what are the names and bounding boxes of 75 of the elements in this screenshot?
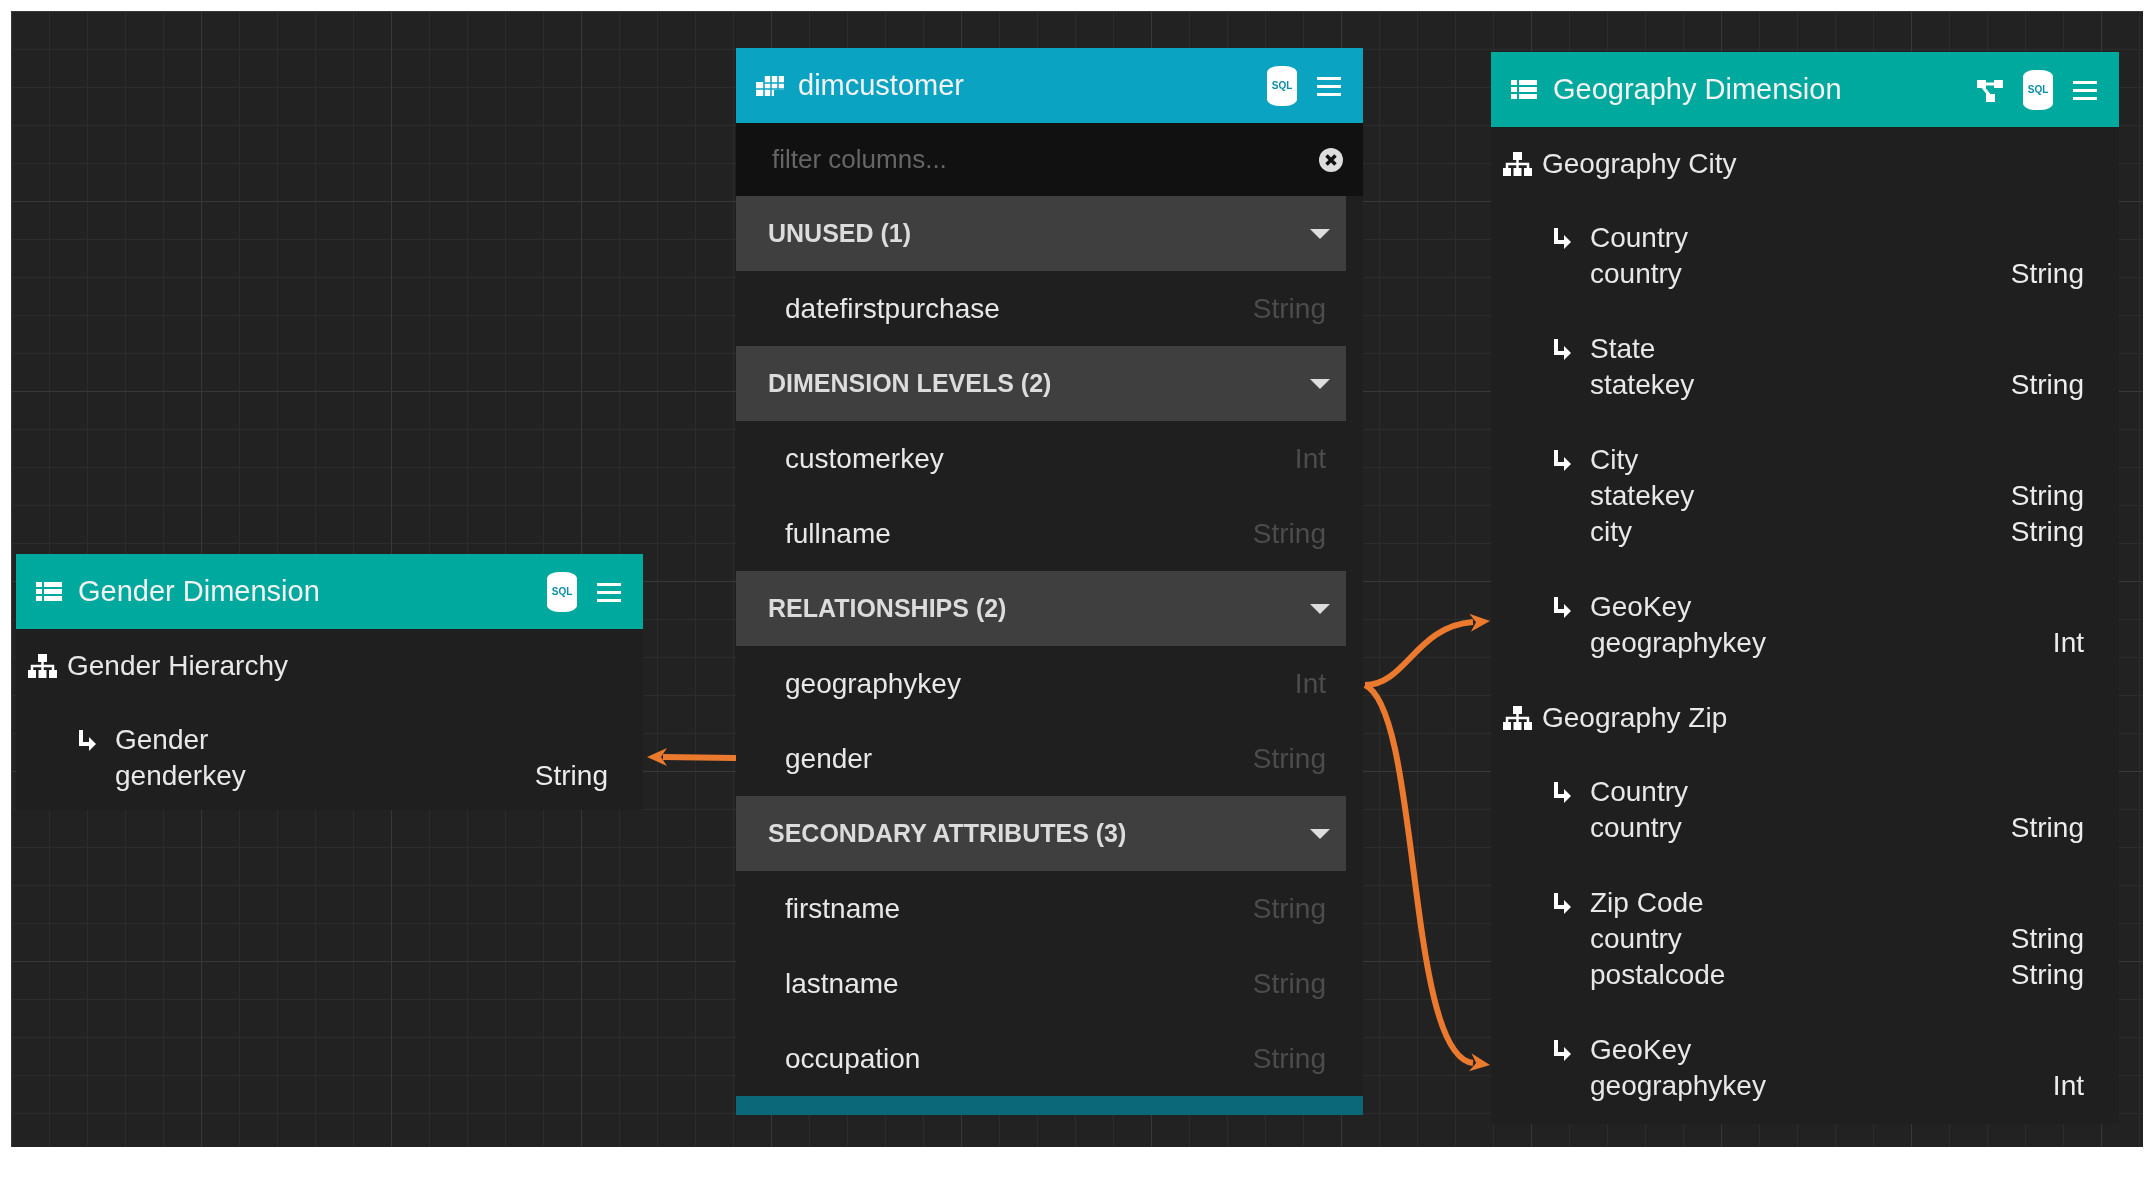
level-arrow-icon — [1553, 781, 1571, 803]
type-label: String — [2010, 516, 2084, 548]
level-arrow-icon — [1553, 449, 1571, 471]
attribute-name: postalcode — [1590, 959, 1726, 991]
hierarchy-icon — [28, 654, 57, 678]
column-name: occupation — [785, 1042, 921, 1075]
level-arrow-icon — [1553, 596, 1571, 618]
section-header[interactable]: UNUSED (1) — [736, 196, 1346, 271]
type-label: String — [2010, 480, 2084, 512]
section-title: SECONDARY ATTRIBUTES (3) — [768, 819, 1127, 848]
type-label: String — [534, 760, 608, 792]
column-name: customerkey — [785, 442, 944, 475]
type-label: String — [2010, 923, 2084, 955]
table-icon — [36, 579, 64, 604]
section-header[interactable]: SECONDARY ATTRIBUTES (3) — [736, 796, 1346, 871]
attribute-name: country — [1590, 258, 1682, 290]
graph-button[interactable] — [1977, 77, 2003, 102]
level-arrow-icon — [1553, 338, 1571, 360]
section-header[interactable]: RELATIONSHIPS (2) — [736, 571, 1346, 646]
attribute-name: statekey — [1590, 480, 1695, 512]
column-name: lastname — [785, 967, 899, 1000]
level-arrow-icon — [1553, 227, 1571, 249]
menu-button[interactable] — [1317, 74, 1341, 97]
hierarchy-icon — [1503, 706, 1532, 730]
sql-button[interactable]: SQL — [1267, 65, 1297, 106]
type-label: Int — [2052, 627, 2084, 659]
level-name[interactable]: Zip Code — [1590, 887, 1704, 919]
hierarchy-name[interactable]: Geography City — [1542, 148, 1737, 180]
panel-title: Gender Dimension — [78, 575, 321, 608]
level-name[interactable]: State — [1590, 333, 1656, 365]
menu-button[interactable] — [2073, 78, 2097, 101]
type-label: String — [2010, 369, 2084, 401]
sql-button[interactable]: SQL — [547, 571, 577, 612]
level-name[interactable]: Gender — [115, 724, 209, 756]
sql-button[interactable]: SQL — [2023, 69, 2053, 110]
attribute-name: geographykey — [1590, 1070, 1766, 1102]
column-name: firstname — [785, 892, 901, 925]
panel-title: dimcustomer — [798, 69, 965, 102]
level-arrow-icon — [78, 729, 96, 751]
attribute-name: city — [1590, 516, 1632, 548]
type-label: String — [2010, 258, 2084, 290]
level-name[interactable]: Country — [1590, 222, 1689, 254]
level-arrow-icon — [1553, 892, 1571, 914]
type-label: String — [2010, 959, 2084, 991]
section-title: UNUSED (1) — [768, 219, 912, 248]
panel-title: Geography Dimension — [1553, 73, 1843, 106]
attribute-name: country — [1590, 923, 1682, 955]
table-icon — [1511, 77, 1539, 102]
level-name[interactable]: Country — [1590, 776, 1689, 808]
column-name: fullname — [785, 517, 891, 550]
table-icon — [756, 73, 784, 98]
level-name[interactable]: City — [1590, 444, 1639, 476]
attribute-name: statekey — [1590, 369, 1695, 401]
column-name: gender — [785, 742, 873, 775]
section-title: DIMENSION LEVELS (2) — [768, 369, 1052, 398]
attribute-name: genderkey — [115, 760, 246, 792]
level-name[interactable]: GeoKey — [1590, 591, 1692, 623]
scroll-bar[interactable] — [736, 1096, 1363, 1115]
column-name: datefirstpurchase — [785, 292, 1000, 325]
clear-button[interactable] — [1319, 147, 1343, 172]
level-name[interactable]: GeoKey — [1590, 1034, 1692, 1066]
type-label: String — [2010, 812, 2084, 844]
attribute-name: geographykey — [1590, 627, 1766, 659]
type-label: Int — [2052, 1070, 2084, 1102]
hierarchy-name[interactable]: Gender Hierarchy — [67, 650, 288, 682]
filter-bar[interactable]: filter columns... — [736, 123, 1363, 196]
menu-button[interactable] — [597, 580, 621, 603]
attribute-name: country — [1590, 812, 1682, 844]
section-header[interactable]: DIMENSION LEVELS (2) — [736, 346, 1346, 421]
filter-field[interactable]: filter columns... — [770, 143, 1319, 176]
column-name: geographykey — [785, 667, 961, 700]
hierarchy-icon — [1503, 152, 1532, 176]
level-arrow-icon — [1553, 1039, 1571, 1061]
section-title: RELATIONSHIPS (2) — [768, 594, 1007, 623]
hierarchy-name[interactable]: Geography Zip — [1542, 702, 1728, 734]
